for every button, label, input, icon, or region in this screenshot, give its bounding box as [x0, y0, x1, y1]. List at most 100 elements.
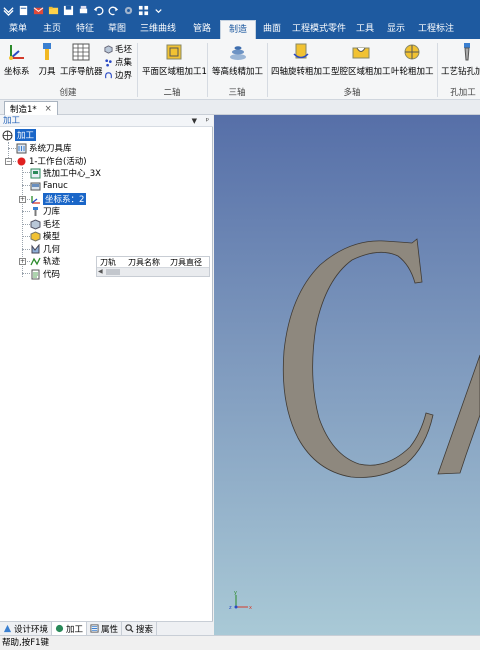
tree-line	[22, 273, 30, 274]
save-icon[interactable]	[62, 4, 74, 16]
tree-item-toolpath[interactable]: 轨迹	[30, 255, 60, 267]
horizontal-scrollbar[interactable]: ◀	[97, 267, 209, 276]
rot4-rough-button[interactable]: 四轴旋转粗加工	[271, 41, 331, 77]
tree-item-coord[interactable]: 坐标系：2	[30, 193, 87, 205]
z-axis-dot	[234, 605, 238, 609]
plane-rough-label: 平面区域粗加工1	[142, 67, 207, 77]
scroll-thumb[interactable]	[106, 269, 120, 275]
menu-tab-9[interactable]: 工具	[350, 20, 380, 39]
magazine-icon	[30, 206, 41, 217]
pin-icon[interactable]: ᵖ	[206, 115, 209, 127]
ribbon: 坐标系 刀具 工序导航器 毛坯 点集 边界 创建 平面区域粗加工1 二轴 等高线…	[0, 39, 480, 100]
tool-library-label: 系统刀具库	[29, 144, 72, 154]
manufacture-globe-icon	[55, 624, 64, 633]
geometry-label: 几何	[43, 245, 61, 255]
menu-tab-0[interactable]: 菜单	[0, 20, 36, 39]
3d-viewport[interactable]: y x z	[214, 115, 480, 635]
mail-icon[interactable]	[32, 4, 44, 16]
tool-library-icon	[16, 143, 27, 154]
tab-search-label: 搜索	[136, 624, 154, 635]
menu-tab-8[interactable]: 工程模式零件	[288, 20, 350, 39]
tree-item-model[interactable]: 模型	[30, 230, 60, 242]
tree-item-geometry[interactable]: 几何	[30, 243, 60, 255]
title-bar	[0, 0, 480, 20]
coord-system-button[interactable]: 坐标系	[4, 41, 30, 77]
design-env-icon	[3, 624, 12, 633]
tree-item-magazine[interactable]: 刀库	[30, 205, 60, 217]
tool-table: 刀轨 刀具名称 刀具直径 ◀	[96, 256, 210, 277]
tree-item-workbench[interactable]: 1-工作台(活动)	[16, 155, 87, 167]
menu-tab-11[interactable]: 工程标注	[412, 20, 460, 39]
group-multi-label: 多轴	[343, 88, 361, 98]
grid-icon[interactable]	[137, 4, 149, 16]
contour-finish-button[interactable]: 等高线精加工	[212, 41, 263, 77]
expand-toggle[interactable]: +	[19, 258, 26, 265]
controller-icon	[30, 181, 41, 192]
open-folder-icon[interactable]	[47, 4, 59, 16]
tree-item-code[interactable]: 代码	[30, 268, 60, 280]
menu-tab-4[interactable]: 三维曲线	[132, 20, 184, 39]
tab-search[interactable]: 搜索	[122, 622, 158, 635]
document-tab[interactable]: 制造1* ×	[4, 101, 58, 115]
code-label: 代码	[43, 270, 61, 280]
redo-icon[interactable]	[107, 4, 119, 16]
blank-button[interactable]: 毛坯	[104, 43, 132, 55]
hole-process-button[interactable]: 工艺钻孔加工	[441, 41, 480, 77]
tree-line	[8, 148, 16, 149]
cavity-rough-button[interactable]: 型腔区域粗加工	[331, 41, 391, 77]
tree-item-tool-library[interactable]: 系统刀具库	[16, 142, 72, 154]
tab-manufacture[interactable]: 加工	[52, 622, 88, 635]
manufacture-panel: 加工 ▼ ᵖ 加工 系统刀具库 − 1-工作台(活动) 铣加工中心_3X Fan…	[0, 115, 213, 621]
tree-item-machine[interactable]: 铣加工中心_3X	[30, 167, 101, 179]
collapse-toggle[interactable]: −	[5, 158, 12, 165]
tree-root-label: 加工	[15, 129, 37, 141]
plane-rough-button[interactable]: 平面区域粗加工1	[142, 41, 207, 77]
tab-properties[interactable]: 属性	[87, 622, 123, 635]
properties-icon	[90, 624, 99, 633]
workbench-label: 1-工作台(活动)	[29, 157, 87, 167]
menu-tab-6[interactable]: 制造	[220, 20, 256, 39]
tool-icon	[36, 41, 58, 63]
tree-root[interactable]: 加工	[2, 129, 37, 141]
dropdown-icon[interactable]: ▼	[192, 115, 197, 127]
print-icon[interactable]	[77, 4, 89, 16]
blade-rough-icon	[401, 41, 423, 63]
boundary-button[interactable]: 边界	[104, 69, 132, 81]
menu-tab-3[interactable]: 草图	[102, 20, 132, 39]
menu-tab-5[interactable]: 管路	[184, 20, 220, 39]
close-icon[interactable]: ×	[45, 104, 52, 114]
tool-button[interactable]: 刀具	[36, 41, 58, 77]
gear-icon[interactable]	[122, 4, 134, 16]
menu-tab-10[interactable]: 显示	[380, 20, 412, 39]
point-set-button[interactable]: 点集	[104, 56, 132, 68]
rot4-rough-label: 四轴旋转粗加工	[271, 67, 331, 77]
tab-design-env[interactable]: 设计环境	[0, 622, 53, 635]
menu-tab-7[interactable]: 曲面	[256, 20, 288, 39]
tree-item-blank[interactable]: 毛坯	[30, 218, 60, 230]
panel-header: 加工 ▼ ᵖ	[0, 115, 213, 127]
axis-label-y: y	[234, 590, 237, 596]
menu-bar: 菜单 主页 特征 草图 三维曲线 管路 制造 曲面 工程模式零件 工具 显示 工程标注	[0, 20, 480, 39]
menu-tab-1[interactable]: 主页	[36, 20, 68, 39]
plane-rough-icon	[163, 41, 185, 63]
scroll-left-icon[interactable]: ◀	[98, 268, 103, 276]
panel-bottom-tabs: 设计环境 加工 属性 搜索	[0, 621, 213, 635]
tree-item-controller[interactable]: Fanuc	[30, 180, 68, 192]
new-file-icon[interactable]	[17, 4, 29, 16]
coord-axis-icon	[30, 194, 41, 205]
expand-toggle[interactable]: +	[19, 196, 26, 203]
chevron-down-icon[interactable]	[152, 4, 164, 16]
menu-tab-2[interactable]: 特征	[68, 20, 102, 39]
tree-line	[22, 172, 30, 173]
document-tab-strip: 制造1* ×	[0, 100, 480, 115]
tree-line	[22, 236, 30, 237]
blade-rough-button[interactable]: 叶轮粗加工	[391, 41, 434, 77]
controller-label: Fanuc	[43, 181, 68, 191]
process-navigator-button[interactable]: 工序导航器	[60, 41, 103, 77]
code-file-icon	[30, 269, 41, 280]
toolpath-icon	[30, 256, 41, 267]
hole-process-label: 工艺钻孔加工	[441, 67, 480, 77]
model-geometry	[282, 238, 480, 478]
tree-line	[22, 224, 30, 225]
undo-icon[interactable]	[92, 4, 104, 16]
